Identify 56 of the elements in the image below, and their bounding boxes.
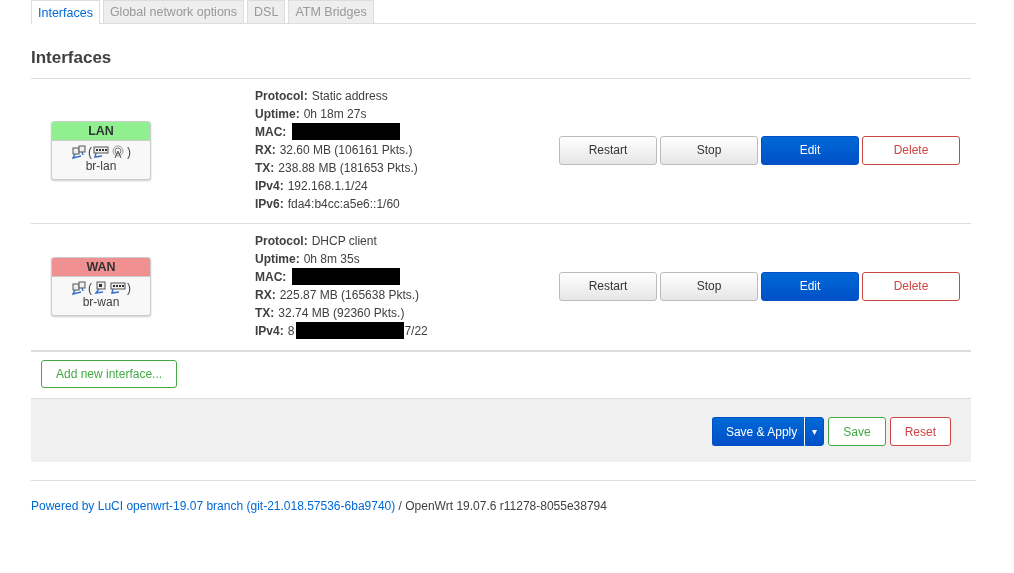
switch-icon — [93, 144, 109, 159]
wireless-icon — [110, 144, 126, 159]
info-label: IPv4: — [255, 178, 284, 195]
info-label: IPv4: — [255, 323, 284, 340]
info-value: DHCP client — [311, 233, 377, 250]
bracket: ( — [88, 280, 92, 295]
bridge-icon — [71, 144, 87, 159]
device-name: br-lan — [84, 158, 118, 175]
info-label: IPv6: — [255, 196, 284, 213]
info-value: Static address — [311, 88, 388, 105]
action-button[interactable]: Edit — [761, 135, 859, 165]
action-button[interactable]: Delete — [862, 135, 960, 165]
info-label: MAC: — [255, 269, 287, 286]
info-label: Protocol: — [255, 88, 308, 105]
info-value: 192.168.1.1/24 — [287, 178, 368, 195]
info-value: 32.60 MB (106161 Pkts.) — [279, 142, 413, 159]
interface-name: LAN — [52, 121, 150, 141]
bracket: ( — [88, 144, 92, 159]
info-label: Uptime: — [255, 106, 300, 123]
tab[interactable]: Interfaces — [31, 0, 100, 24]
info-value: 7/22 — [404, 323, 428, 340]
info-label: Uptime: — [255, 251, 300, 268]
dropdown-button[interactable]: ▾ — [805, 417, 825, 446]
action-button[interactable]: Stop — [660, 271, 758, 301]
info-value: 0h 18m 27s — [303, 106, 367, 123]
info-label: TX: — [255, 160, 275, 177]
save-apply-button[interactable]: Save & Apply — [711, 417, 806, 446]
action-button[interactable]: Restart — [559, 135, 657, 165]
interface-name: WAN — [52, 257, 150, 277]
info-value: 8 — [287, 323, 295, 340]
switch-icon — [110, 280, 126, 295]
add-interface-button[interactable]: Add new interface... — [41, 360, 178, 388]
luci-link[interactable]: Powered by LuCI openwrt-19.07 branch (git-21.018.57536-6ba9740) — [31, 499, 396, 513]
bracket: ) — [127, 280, 131, 295]
action-button[interactable]: Delete — [862, 271, 960, 301]
info-label: TX: — [255, 305, 275, 322]
info-value: fda4:b4cc:a5e6::1/60 — [287, 196, 400, 213]
section-title: Interfaces — [31, 48, 113, 68]
network-port-icon — [93, 280, 109, 295]
reset-button[interactable]: Reset — [889, 417, 951, 446]
info-value: 0h 8m 35s — [303, 251, 360, 268]
bridge-icon — [71, 280, 87, 295]
info-label: MAC: — [255, 124, 287, 141]
info-value: 238.88 MB (181653 Pkts.) — [278, 160, 418, 177]
info-value: 225.87 MB (165638 Pkts.) — [279, 287, 420, 304]
device-name: br-wan — [81, 294, 121, 311]
version-text: / OpenWrt 19.07.6 r11278-8055e38794 — [398, 499, 607, 513]
bracket: ) — [127, 144, 131, 159]
info-label: RX: — [255, 142, 276, 159]
info-label: RX: — [255, 287, 276, 304]
action-button[interactable]: Edit — [761, 271, 859, 301]
action-button[interactable]: Restart — [559, 271, 657, 301]
info-value: 32.74 MB (92360 Pkts.) — [278, 305, 405, 322]
save-button[interactable]: Save — [828, 417, 886, 446]
action-button[interactable]: Stop — [660, 135, 758, 165]
info-label: Protocol: — [255, 233, 308, 250]
